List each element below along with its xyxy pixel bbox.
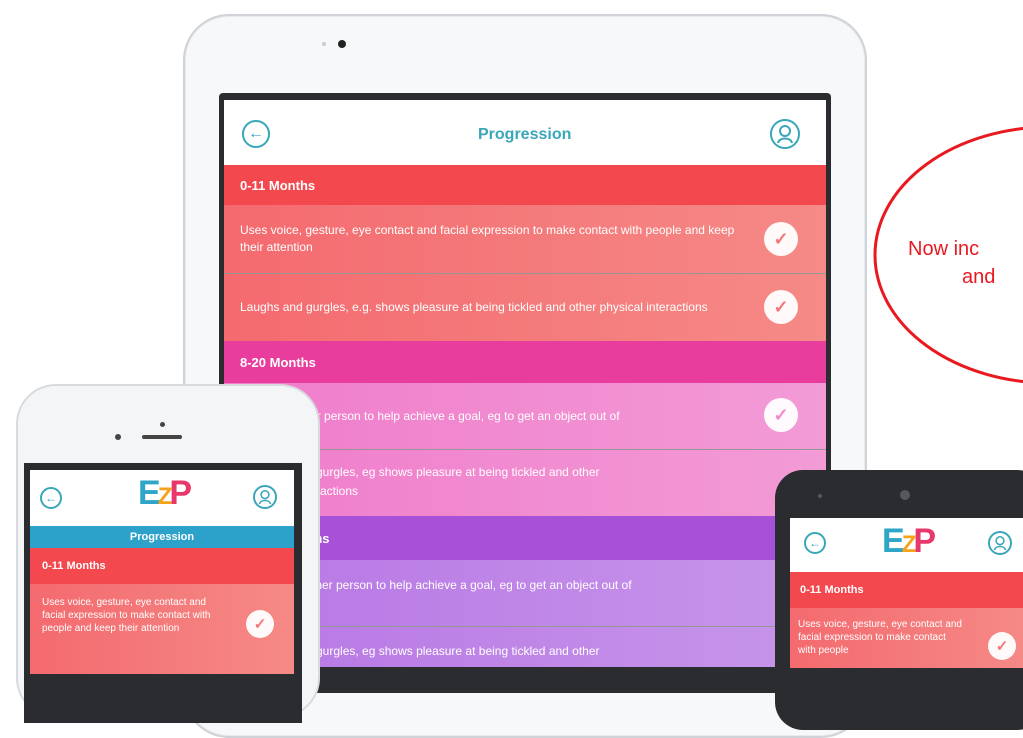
ezp-logo: EZP: [138, 474, 192, 512]
section-label: 0-11 Months: [240, 177, 316, 193]
ezp-logo: EZP: [882, 522, 936, 560]
section-header-0-11: 0-11 Months: [790, 572, 1023, 608]
callout-line-2: and: [962, 266, 996, 288]
item-text: Uses voice, gesture, eye contact and fac…: [240, 223, 735, 254]
user-icon: [993, 536, 1007, 551]
progression-banner: Progression: [30, 526, 294, 548]
arrow-left-icon: ←: [45, 491, 57, 505]
phone-speaker: [142, 435, 182, 439]
item-text: Uses voice, gesture, eye contact and fac…: [798, 619, 962, 656]
arrow-left-icon: ←: [248, 125, 264, 142]
profile-button[interactable]: [770, 119, 800, 149]
back-button[interactable]: ←: [242, 120, 270, 148]
user-icon: [777, 125, 793, 144]
android-sensor: [818, 494, 822, 498]
phone-camera: [160, 422, 165, 427]
page-title: Progression: [478, 126, 572, 143]
section-label: 0-11 Months: [800, 584, 864, 596]
back-button[interactable]: ←: [804, 532, 826, 554]
item-text: Laughs and gurgles, e.g. shows pleasure …: [240, 300, 708, 314]
section-header-0-11: 0-11 Months: [30, 548, 294, 584]
phone-sensor: [115, 434, 121, 440]
back-button[interactable]: ←: [40, 487, 62, 509]
item-text: Uses voice, gesture, eye contact and fac…: [42, 597, 211, 634]
check-icon[interactable]: ✓: [246, 610, 274, 638]
section-header-0-11: 0-11 Months: [224, 165, 826, 205]
check-icon[interactable]: ✓: [764, 222, 798, 256]
list-item[interactable]: Laughs and gurgles, e.g. shows pleasure …: [224, 274, 826, 341]
user-icon: [258, 490, 272, 505]
section-label: 0-11 Months: [42, 560, 106, 572]
profile-button[interactable]: [988, 531, 1012, 555]
item-text: ther person to help achieve a goal, eg t…: [312, 578, 632, 592]
callout-line-1: Now inc: [908, 238, 980, 260]
arrow-left-icon: ←: [809, 536, 821, 550]
android-camera: [900, 490, 910, 500]
tablet-camera: [338, 40, 346, 48]
section-header-8-20: 8-20 Months: [224, 341, 826, 383]
list-item[interactable]: Uses voice, gesture, eye contact and fac…: [224, 205, 826, 273]
check-icon[interactable]: ✓: [764, 290, 798, 324]
item-text: d gurgles, eg shows pleasure at being ti…: [306, 644, 600, 658]
tablet-sensor: [322, 42, 326, 46]
section-label: 8-20 Months: [240, 354, 316, 370]
profile-button[interactable]: [253, 485, 277, 509]
check-icon[interactable]: ✓: [764, 398, 798, 432]
item-text: d gurgles, eg shows pleasure at being ti…: [306, 465, 600, 479]
item-text: s other person to help achieve a goal, e…: [284, 408, 620, 423]
check-icon[interactable]: ✓: [988, 632, 1016, 660]
